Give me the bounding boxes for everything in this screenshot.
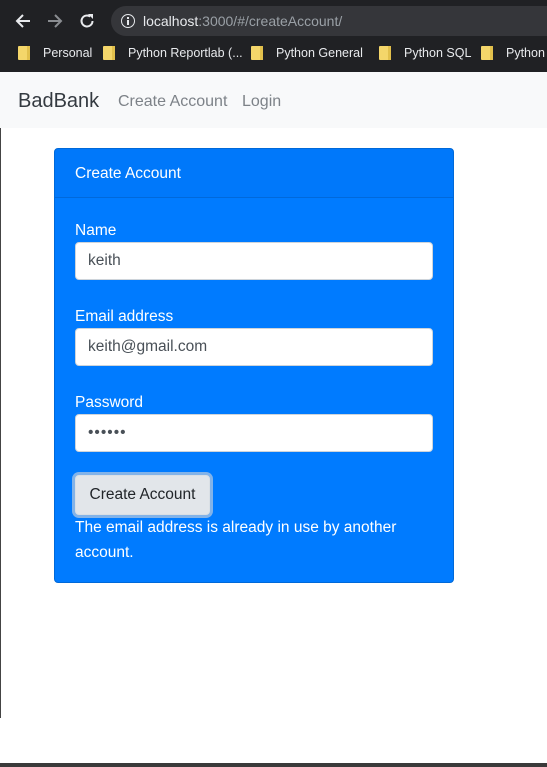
address-bar[interactable]: localhost:3000/#/createAccount/ [111, 6, 547, 36]
card-title: Create Account [75, 165, 181, 182]
folder-icon [103, 46, 115, 60]
app-navbar: BadBank Create Account Login [0, 72, 547, 128]
folder-icon [481, 46, 493, 60]
bookmark-label: Python E [506, 46, 547, 60]
bookmark-python-sql[interactable]: Python SQL [379, 44, 471, 62]
window-edge [0, 128, 1, 718]
back-button[interactable] [10, 8, 36, 34]
bookmark-label: Python General [276, 46, 363, 60]
bookmark-label: Personal [43, 46, 93, 60]
nav-login[interactable]: Login [242, 92, 281, 111]
folder-icon [18, 46, 30, 60]
url-host: localhost [143, 13, 199, 29]
nav-create-account[interactable]: Create Account [118, 92, 227, 111]
window-bottom-edge [0, 763, 547, 767]
password-field[interactable]: •••••• [75, 414, 433, 452]
bookmark-label: Python Reportlab (... [128, 46, 243, 60]
status-message: The email address is already in use by a… [75, 519, 397, 561]
name-field[interactable]: keith [75, 242, 433, 280]
bookmark-python-general[interactable]: Python General [251, 44, 363, 62]
brand-link[interactable]: BadBank [18, 89, 99, 113]
bookmark-python-e[interactable]: Python E [481, 44, 547, 62]
back-arrow-icon [15, 14, 30, 28]
name-label: Name [75, 222, 117, 239]
forward-arrow-icon [48, 14, 63, 28]
url-text: localhost:3000/#/createAccount/ [143, 13, 342, 29]
forward-button[interactable] [42, 8, 68, 34]
info-icon[interactable] [121, 14, 135, 28]
bookmark-personal[interactable]: Personal [18, 44, 92, 62]
bookmark-python-reportlab[interactable]: Python Reportlab (... [103, 44, 243, 62]
email-label: Email address [75, 308, 174, 325]
reload-button[interactable] [74, 8, 100, 34]
reload-icon [80, 14, 94, 28]
email-field[interactable]: keith@gmail.com [75, 328, 433, 366]
bookmark-label: Python SQL [404, 46, 472, 60]
card-header: Create Account [55, 149, 453, 198]
url-path: :3000/#/createAccount/ [198, 13, 343, 29]
password-label: Password [75, 394, 144, 411]
create-account-button[interactable]: Create Account [75, 475, 210, 515]
create-account-card: Create Account Name keith Email address … [54, 148, 454, 583]
browser-toolbar: localhost:3000/#/createAccount/ Personal… [0, 0, 547, 72]
folder-icon [379, 46, 391, 60]
folder-icon [251, 46, 263, 60]
